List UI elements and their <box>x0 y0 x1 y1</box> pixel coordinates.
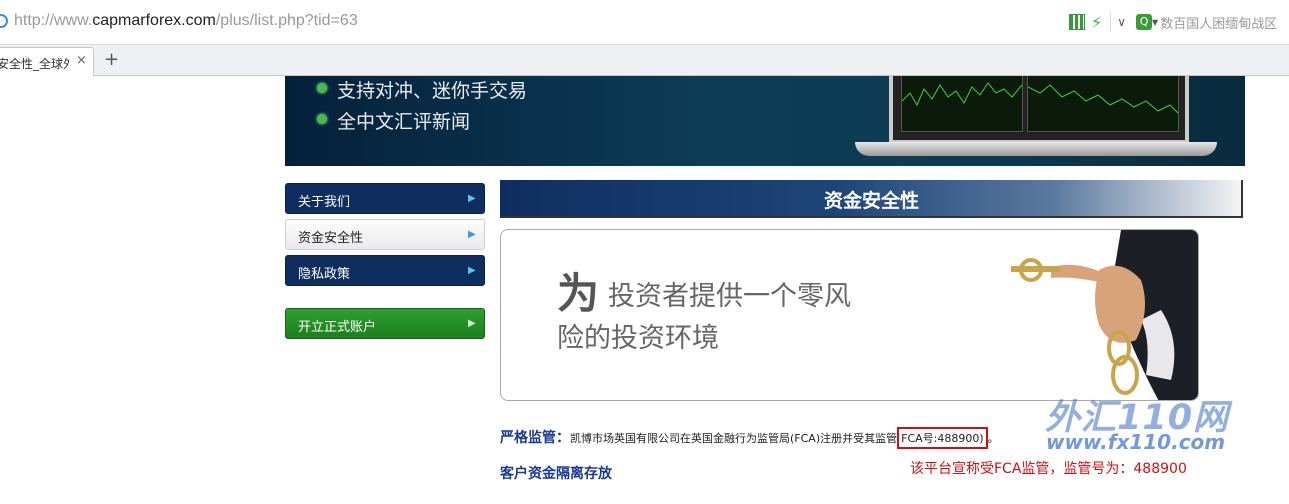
toolbar-divider <box>1110 12 1112 32</box>
search-engine-icon[interactable]: Q <box>1136 14 1153 30</box>
hero-image: 为 投资者提供一个零风 险的投资环境 <box>500 229 1199 401</box>
page-title: 资金安全性 <box>823 190 919 212</box>
lightning-icon[interactable]: ⚡ <box>1091 13 1102 32</box>
price-chart-image <box>1027 76 1179 132</box>
site-info-icon[interactable] <box>0 14 8 28</box>
close-icon[interactable]: × <box>76 53 87 68</box>
hero-big-char: 为 <box>557 269 600 318</box>
tab-title: 安全性_全球外 <box>0 57 69 71</box>
url-prefix: http://www. <box>14 12 93 29</box>
new-tab-button[interactable]: + <box>104 49 119 70</box>
price-chart-image <box>901 76 1023 132</box>
tab-active[interactable]: 安全性_全球外 × <box>0 47 94 76</box>
arrow-right-icon: ▶ <box>468 193 476 204</box>
banner: 支持对冲、迷你手交易 全中文汇评新闻 <box>285 76 1245 166</box>
annotation-note: 该平台宣称受FCA监管，监管号为：488900 <box>910 461 1187 477</box>
laptop-base <box>855 142 1217 156</box>
arrow-right-icon: ▶ <box>468 318 476 329</box>
sidebar-item-about[interactable]: 关于我们 ▶ <box>285 183 485 214</box>
tab-bar: 安全性_全球外 × + <box>0 45 1289 76</box>
hero-line: 险的投资环境 <box>557 323 719 354</box>
sidebar-item-fund-safety[interactable]: 资金安全性 ▶ <box>285 219 485 250</box>
address-bar: http://www.capmarforex.com/plus/list.php… <box>0 0 1289 45</box>
sidebar-item-label: 开立正式账户 <box>298 320 377 335</box>
chevron-down-icon[interactable]: ∨ <box>1117 15 1126 29</box>
hand-key-icon <box>1011 230 1198 400</box>
banner-feature: 支持对冲、迷你手交易 <box>316 76 527 103</box>
sidebar-item-label: 关于我们 <box>298 195 351 210</box>
sidebar-item-label: 隐私政策 <box>298 267 351 282</box>
section-header: 资金安全性 <box>500 180 1243 218</box>
url-field[interactable]: http://www.capmarforex.com/plus/list.php… <box>14 12 358 30</box>
laptop-image <box>855 76 1217 164</box>
url-path: /plus/list.php?tid=63 <box>215 12 358 29</box>
search-engine-caret-icon[interactable]: ▼ <box>1152 18 1158 27</box>
hero-line: 投资者提供一个零风 <box>608 281 851 312</box>
regulation-label: 严格监管： <box>500 430 570 446</box>
sidebar-item-label: 资金安全性 <box>298 231 364 246</box>
price-chart-line <box>901 82 1023 107</box>
laptop-screen <box>889 76 1189 144</box>
fca-number-highlight: FCA号:488900) <box>897 427 988 449</box>
regulation-text: 凯博市场英国有限公司在英国金融行为监管局(FCA)注册并受其监管 <box>570 432 898 445</box>
price-chart-line <box>1027 84 1179 114</box>
regulation-line: 严格监管：凯博市场英国有限公司在英国金融行为监管局(FCA)注册并受其监管 FCA… <box>500 427 999 449</box>
url-domain: capmarforex.com <box>92 12 216 29</box>
arrow-right-icon: ▶ <box>468 265 476 276</box>
watermark-url: www.fx110.com <box>1046 430 1226 454</box>
arrow-right-icon: ▶ <box>468 229 476 240</box>
regulation-tail: 。 <box>987 432 999 445</box>
address-tools: ⚡ ∨ Q ▼ 数百国人困缅甸战区 <box>1069 11 1277 33</box>
segregation-heading: 客户资金隔离存放 <box>500 466 612 482</box>
sidebar-item-privacy[interactable]: 隐私政策 ▶ <box>285 255 485 286</box>
open-account-button[interactable]: 开立正式账户 ▶ <box>285 308 485 339</box>
banner-feature: 全中文汇评新闻 <box>316 107 470 134</box>
qr-code-icon[interactable] <box>1069 14 1085 30</box>
search-input[interactable]: 数百国人困缅甸战区 <box>1160 13 1277 32</box>
